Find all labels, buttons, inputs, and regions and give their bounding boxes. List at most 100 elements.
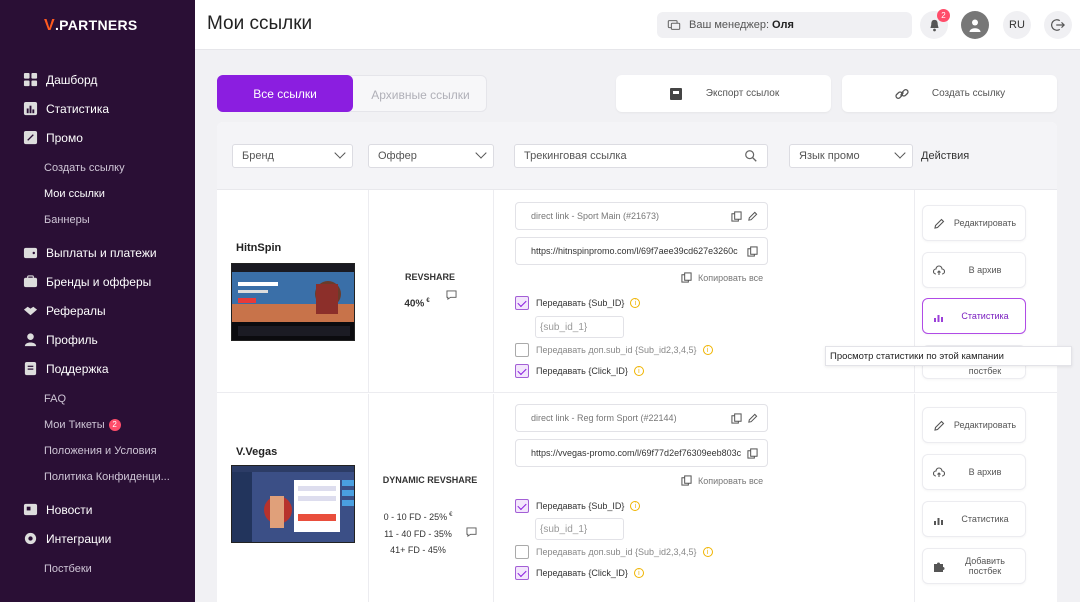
subid-checkbox[interactable] — [515, 296, 529, 310]
archive-button[interactable]: В архив — [922, 454, 1026, 490]
copy-all-button[interactable]: Копировать все — [681, 272, 763, 283]
logout-button[interactable] — [1044, 11, 1072, 39]
sidebar-item-news[interactable]: Новости — [23, 502, 92, 517]
language-filter[interactable]: Язык промо — [789, 144, 913, 168]
link-name-field[interactable]: direct link - Reg form Sport (#22144) — [515, 404, 768, 432]
sidebar-item-stats[interactable]: Статистика — [23, 101, 109, 116]
subid-checkbox-row[interactable]: Передавать {Sub_ID} i — [515, 499, 641, 513]
language-button[interactable]: RU — [1003, 11, 1031, 39]
subid-checkbox-row[interactable]: Передавать {Sub_ID} i — [515, 296, 641, 310]
sidebar-subitem-privacy[interactable]: Политика Конфиденци... — [44, 471, 170, 483]
tab-archived-links[interactable]: Архивные ссылки — [353, 76, 488, 113]
sidebar-item-profile[interactable]: Профиль — [23, 332, 98, 347]
manager-info[interactable]: Ваш менеджер: Оля — [657, 12, 912, 38]
search-icon — [745, 150, 757, 162]
sidebar-item-dashboard[interactable]: Дашборд — [23, 72, 97, 87]
puzzle-icon — [934, 562, 945, 572]
extra-subid-checkbox[interactable] — [515, 545, 529, 559]
edit-button[interactable]: Редактировать — [922, 205, 1026, 241]
sidebar-item-promo[interactable]: Промо — [23, 130, 83, 145]
copy-icon[interactable] — [747, 246, 758, 257]
chevron-down-icon — [894, 147, 906, 159]
tracking-url-field[interactable]: https://vvegas-promo.com/l/69f77d2ef7630… — [515, 439, 768, 467]
subid-input[interactable]: {sub_id_1} — [535, 316, 624, 338]
info-icon[interactable]: i — [702, 345, 713, 355]
offer-tier: 11 - 40 FD - 35% — [384, 529, 452, 539]
copy-icon[interactable] — [731, 413, 742, 424]
link-name-field[interactable]: direct link - Sport Main (#21673) — [515, 202, 768, 230]
sidebar-subitem-tickets[interactable]: Мои Тикеты 2 — [44, 419, 121, 432]
info-icon[interactable]: i — [630, 501, 641, 511]
sidebar-subitem-postbacks[interactable]: Постбеки — [44, 563, 92, 575]
comment-icon[interactable] — [446, 290, 457, 300]
table-row: V.Vegas DYNAMIC REVSHARE 0 - 10 FD - 25%… — [217, 394, 1057, 602]
extra-subid-checkbox-row[interactable]: Передавать доп.sub_id {Sub_id2,3,4,5} i — [515, 343, 713, 357]
create-link-button[interactable]: Создать ссылку — [842, 75, 1057, 112]
extra-subid-checkbox[interactable] — [515, 343, 529, 357]
clickid-checkbox-row[interactable]: Передавать {Click_ID} i — [515, 566, 644, 580]
copy-icon[interactable] — [731, 211, 742, 222]
sidebar-subitem-banners[interactable]: Баннеры — [44, 214, 90, 226]
info-icon[interactable]: i — [630, 298, 641, 308]
user-icon — [24, 333, 37, 347]
logout-icon — [1051, 19, 1065, 31]
links-tabs: Все ссылки Архивные ссылки — [217, 75, 487, 112]
sidebar-item-label: Промо — [46, 130, 83, 145]
offer-filter[interactable]: Оффер — [368, 144, 494, 168]
info-icon[interactable]: i — [633, 366, 644, 376]
sidebar-item-payouts[interactable]: Выплаты и платежи — [23, 245, 157, 260]
sidebar-subitem-create-link[interactable]: Создать ссылку — [44, 162, 125, 174]
document-icon — [24, 361, 37, 376]
edit-button[interactable]: Редактировать — [922, 407, 1026, 443]
sidebar-item-support[interactable]: Поддержка — [23, 361, 109, 376]
tab-all-links[interactable]: Все ссылки — [217, 75, 353, 112]
info-icon[interactable]: i — [702, 547, 713, 557]
archive-button[interactable]: В архив — [922, 252, 1026, 288]
sidebar-subitem-faq[interactable]: FAQ — [44, 393, 66, 405]
brand-preview-image — [232, 466, 354, 542]
extra-subid-checkbox-row[interactable]: Передавать доп.sub_id {Sub_id2,3,4,5} i — [515, 545, 713, 559]
newspaper-icon — [23, 503, 38, 516]
offer-tier: 41+ FD - 45% — [390, 545, 446, 555]
comment-icon[interactable] — [466, 527, 477, 537]
clickid-checkbox[interactable] — [515, 566, 529, 580]
sidebar-item-label: Профиль — [46, 332, 98, 347]
avatar[interactable] — [961, 11, 989, 39]
clickid-checkbox-row[interactable]: Передавать {Click_ID} i — [515, 364, 644, 378]
sidebar-item-label: Новости — [46, 502, 93, 517]
tracking-url-field[interactable]: https://hitnspinpromo.com/l/69f7aee39cd6… — [515, 237, 768, 265]
page-title: Мои ссылки — [207, 13, 313, 34]
tickets-badge: 2 — [108, 419, 121, 432]
copy-all-button[interactable]: Копировать все — [681, 475, 763, 486]
logo[interactable]: V.PARTNERS — [44, 17, 138, 35]
statistics-button[interactable]: Статистика — [922, 501, 1026, 537]
sidebar-item-referrals[interactable]: Рефералы — [23, 303, 106, 318]
sidebar-subitem-my-links[interactable]: Мои ссылки — [44, 188, 105, 200]
brand-screenshot — [231, 263, 355, 341]
sidebar-subitem-terms[interactable]: Положения и Условия — [44, 445, 157, 457]
statistics-button[interactable]: Статистика — [922, 298, 1026, 334]
export-links-button[interactable]: Экспорт ссылок — [616, 75, 831, 112]
sidebar-item-label: Статистика — [46, 101, 110, 116]
info-icon[interactable]: i — [633, 568, 644, 578]
subid-checkbox[interactable] — [515, 499, 529, 513]
copy-icon[interactable] — [747, 448, 758, 459]
link-icon — [895, 88, 909, 99]
edit-icon[interactable] — [747, 211, 758, 222]
sidebar-item-integrations[interactable]: Интеграции — [23, 531, 111, 546]
sidebar-item-brands[interactable]: Бренды и офферы — [23, 274, 151, 289]
sidebar-item-label: Дашборд — [46, 72, 98, 87]
cloud-upload-icon — [933, 265, 945, 275]
brand-preview-image — [232, 264, 354, 340]
stats-icon — [23, 101, 38, 116]
notifications-button[interactable]: 2 — [920, 9, 950, 39]
brand-filter[interactable]: Бренд — [232, 144, 353, 168]
edit-icon[interactable] — [747, 413, 758, 424]
statistics-tooltip: Просмотр статистики по этой кампании — [825, 346, 1072, 366]
tracking-link-search[interactable]: Трекинговая ссылка — [514, 144, 768, 168]
manager-name: Оля — [772, 19, 794, 31]
clickid-checkbox[interactable] — [515, 364, 529, 378]
add-postback-button[interactable]: Добавить постбек — [922, 548, 1026, 584]
subid-input[interactable]: {sub_id_1} — [535, 518, 624, 540]
sidebar-item-label: Рефералы — [46, 303, 106, 318]
